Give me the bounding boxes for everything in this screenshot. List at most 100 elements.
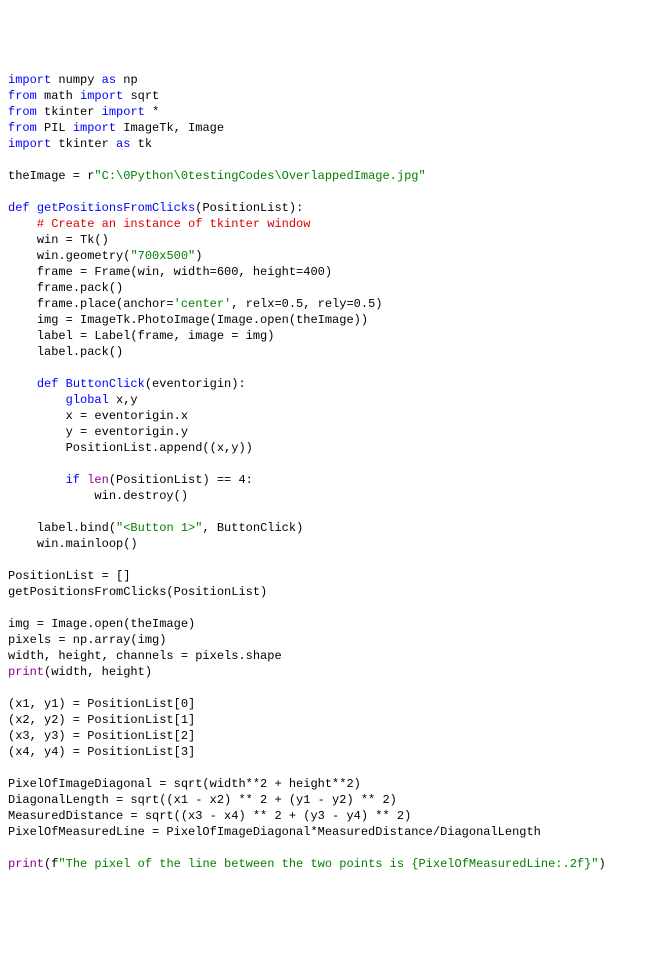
code-line: img = Image.open(theImage) — [8, 617, 195, 631]
code-line: (x3, y3) = PositionList[2] — [8, 729, 195, 743]
tok: win.mainloop() — [37, 537, 138, 551]
code-line: MeasuredDistance = sqrt((x3 - x4) ** 2 +… — [8, 809, 411, 823]
code-line: pixels = np.array(img) — [8, 633, 166, 647]
kw-global: global — [66, 393, 109, 407]
tok: label.pack() — [37, 345, 123, 359]
string-literal: 'center' — [174, 297, 232, 311]
tok: (eventorigin): — [145, 377, 246, 391]
tok: PixelOfImageDiagonal = sqrt(width**2 + h… — [8, 777, 361, 791]
kw-import: import — [80, 89, 123, 103]
tok: getPositionsFromClicks(PositionList) — [8, 585, 267, 599]
tok: (x4, y4) = PositionList[3] — [8, 745, 195, 759]
kw-def: def — [8, 201, 30, 215]
tok: ImageTk, Image — [123, 121, 224, 135]
code-line: x = eventorigin.x — [8, 409, 188, 423]
kw-def: def — [37, 377, 59, 391]
code-line: theImage = r"C:\0Python\0testingCodes\Ov… — [8, 169, 426, 183]
code-line: width, height, channels = pixels.shape — [8, 649, 282, 663]
fn-name: getPositionsFromClicks — [37, 201, 195, 215]
tok: numpy — [58, 73, 94, 87]
code-line: PixelOfImageDiagonal = sqrt(width**2 + h… — [8, 777, 361, 791]
tok: label = Label(frame, image = img) — [37, 329, 275, 343]
tok: (PositionList) == 4: — [109, 473, 253, 487]
code-line: global x,y — [8, 393, 138, 407]
code-line: y = eventorigin.y — [8, 425, 188, 439]
kw-import: import — [73, 121, 116, 135]
tok: MeasuredDistance = sqrt((x3 - x4) ** 2 +… — [8, 809, 411, 823]
code-line: PixelOfMeasuredLine = PixelOfImageDiagon… — [8, 825, 541, 839]
code-line: label.bind("<Button 1>", ButtonClick) — [8, 521, 303, 535]
kw-import: import — [8, 73, 51, 87]
code-line: getPositionsFromClicks(PositionList) — [8, 585, 267, 599]
code-line: (x4, y4) = PositionList[3] — [8, 745, 195, 759]
tok: np — [123, 73, 137, 87]
string-literal: "<Button 1>" — [116, 521, 202, 535]
kw-from: from — [8, 105, 37, 119]
tok: sqrt — [130, 89, 159, 103]
tok: win.destroy() — [94, 489, 188, 503]
code-line: DiagonalLength = sqrt((x1 - x2) ** 2 + (… — [8, 793, 397, 807]
tok: ( — [44, 857, 51, 871]
tok: frame.pack() — [37, 281, 123, 295]
code-line: if len(PositionList) == 4: — [8, 473, 253, 487]
tok: tkinter — [44, 105, 94, 119]
code-line: frame.pack() — [8, 281, 123, 295]
tok: * — [152, 105, 159, 119]
code-line: print(width, height) — [8, 665, 152, 679]
tok: pixels = np.array(img) — [8, 633, 166, 647]
code-line: import tkinter as tk — [8, 137, 152, 151]
tok: f — [51, 857, 58, 871]
kw-import: import — [102, 105, 145, 119]
tok: y = eventorigin.y — [66, 425, 188, 439]
code-line: win = Tk() — [8, 233, 109, 247]
tok: width, height, channels = pixels.shape — [8, 649, 282, 663]
tok: ) — [195, 249, 202, 263]
comment: # Create an instance of tkinter window — [37, 217, 311, 231]
kw-as: as — [102, 73, 116, 87]
kw-from: from — [8, 89, 37, 103]
code-line: from PIL import ImageTk, Image — [8, 121, 224, 135]
code-line: win.destroy() — [8, 489, 188, 503]
code-line: (x2, y2) = PositionList[1] — [8, 713, 195, 727]
kw-if: if — [66, 473, 80, 487]
tok: , relx=0.5, rely=0.5) — [231, 297, 382, 311]
kw-as: as — [116, 137, 130, 151]
code-line: label.pack() — [8, 345, 123, 359]
tok: tkinter — [58, 137, 108, 151]
code-line: (x1, y1) = PositionList[0] — [8, 697, 195, 711]
code-line: def ButtonClick(eventorigin): — [8, 377, 246, 391]
tok: frame.place(anchor= — [37, 297, 174, 311]
tok: , ButtonClick) — [202, 521, 303, 535]
code-line: PositionList = [] — [8, 569, 130, 583]
tok: PixelOfMeasuredLine = PixelOfImageDiagon… — [8, 825, 541, 839]
code-block: import numpy as np from math import sqrt… — [8, 72, 659, 872]
code-line: def getPositionsFromClicks(PositionList)… — [8, 201, 303, 215]
tok: PIL — [44, 121, 66, 135]
tok: ) — [599, 857, 606, 871]
tok: (x1, y1) = PositionList[0] — [8, 697, 195, 711]
tok: (width, height) — [44, 665, 152, 679]
tok: (PositionList): — [195, 201, 303, 215]
code-line: win.mainloop() — [8, 537, 138, 551]
tok: x = eventorigin.x — [66, 409, 188, 423]
code-line: print(f"The pixel of the line between th… — [8, 857, 606, 871]
code-line: PositionList.append((x,y)) — [8, 441, 253, 455]
string-literal: "700x500" — [130, 249, 195, 263]
kw-import: import — [8, 137, 51, 151]
code-line: win.geometry("700x500") — [8, 249, 202, 263]
code-line: frame.place(anchor='center', relx=0.5, r… — [8, 297, 382, 311]
code-line: import numpy as np — [8, 73, 138, 87]
builtin-len: len — [87, 473, 109, 487]
code-line: label = Label(frame, image = img) — [8, 329, 274, 343]
code-line: img = ImageTk.PhotoImage(Image.open(theI… — [8, 313, 368, 327]
tok: x,y — [109, 393, 138, 407]
tok: win = Tk() — [37, 233, 109, 247]
tok: PositionList.append((x,y)) — [66, 441, 253, 455]
tok: (x3, y3) = PositionList[2] — [8, 729, 195, 743]
tok: img = ImageTk.PhotoImage(Image.open(theI… — [37, 313, 368, 327]
string-literal: "The pixel of the line between the two p… — [58, 857, 598, 871]
tok: win.geometry( — [37, 249, 131, 263]
tok: theImage = — [8, 169, 87, 183]
string-literal: "C:\0Python\0testingCodes\OverlappedImag… — [94, 169, 425, 183]
tok: img = Image.open(theImage) — [8, 617, 195, 631]
